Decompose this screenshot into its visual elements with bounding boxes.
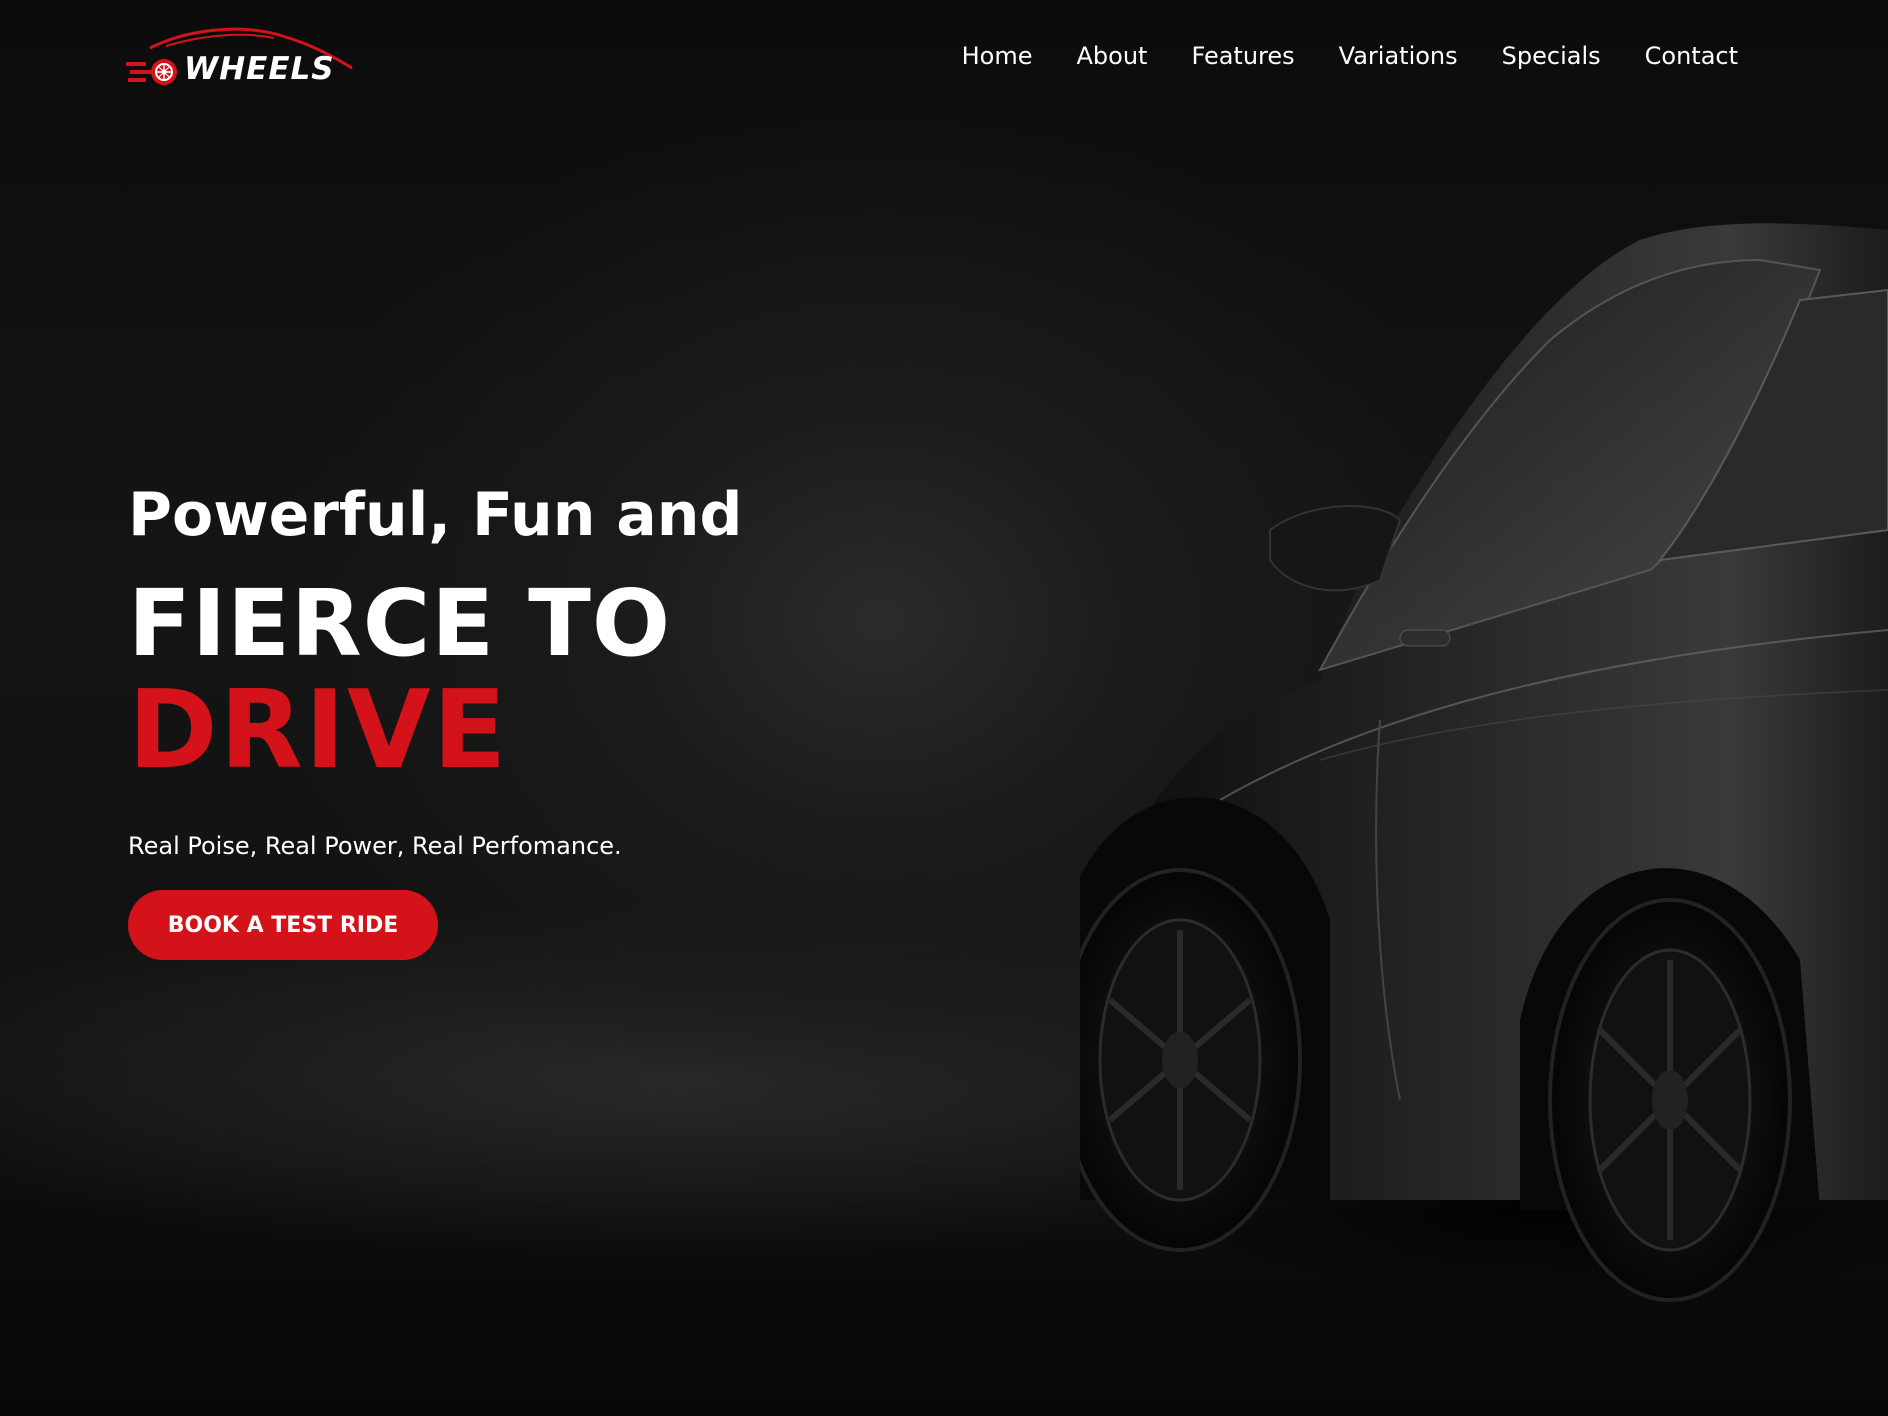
brand-logo[interactable]: WHEELS xyxy=(126,26,356,92)
landing-page: WHEELS Home About Features Variations Sp… xyxy=(0,0,1888,1416)
main-nav: Home About Features Variations Specials … xyxy=(962,40,1738,74)
nav-item-about[interactable]: About xyxy=(1076,40,1147,74)
nav-item-specials[interactable]: Specials xyxy=(1502,40,1601,74)
brand-name: WHEELS xyxy=(184,51,335,87)
nav-item-home[interactable]: Home xyxy=(962,40,1033,74)
nav-item-variations[interactable]: Variations xyxy=(1339,40,1458,74)
book-test-ride-button[interactable]: BOOK A TEST RIDE xyxy=(128,890,438,960)
hero-tagline: Powerful, Fun and xyxy=(128,480,743,550)
nav-item-features[interactable]: Features xyxy=(1191,40,1294,74)
nav-item-contact[interactable]: Contact xyxy=(1645,40,1738,74)
hero-headline-accent: DRIVE xyxy=(128,668,509,793)
hero-subtext: Real Poise, Real Power, Real Perfomance. xyxy=(128,832,622,860)
hero-headline: FIERCE TO xyxy=(128,570,672,677)
hero-section: Powerful, Fun and FIERCE TO DRIVE Real P… xyxy=(128,475,742,960)
black-sports-car-image xyxy=(1080,223,1888,1302)
